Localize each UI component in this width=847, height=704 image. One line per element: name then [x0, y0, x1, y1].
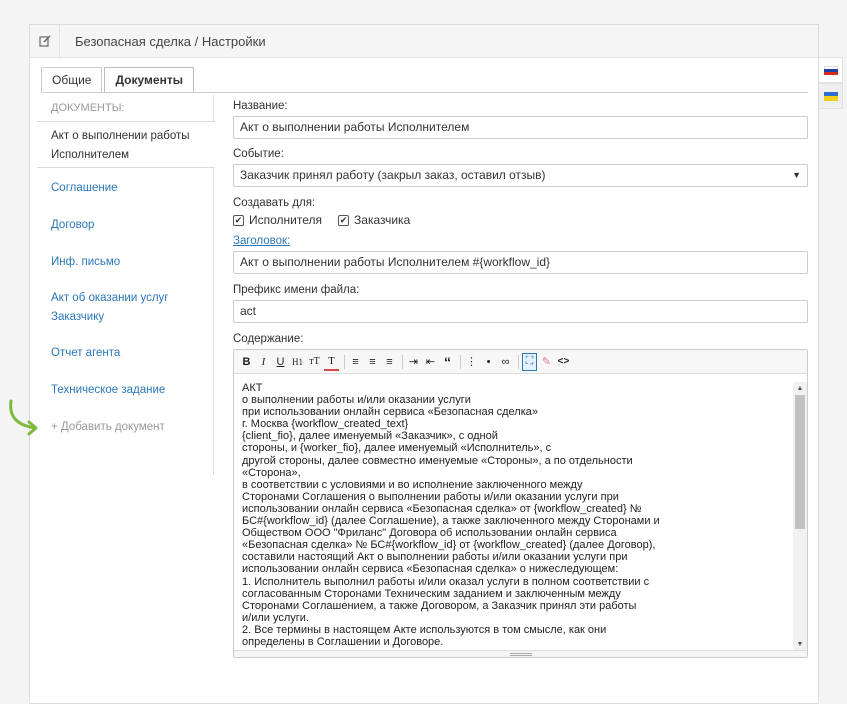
indent-icon[interactable]: ⇥ [406, 353, 421, 371]
create-for-group: ✔ Исполнителя ✔ Заказчика [233, 213, 809, 227]
sidebar-item-act-customer[interactable]: Акт об оказании услуг Заказчику [37, 281, 187, 335]
name-label: Название: [233, 100, 288, 112]
heading-icon[interactable]: H1 [290, 353, 305, 371]
event-select-value: Заказчик принял работу (закрыл заказ, ос… [240, 168, 546, 182]
link-icon[interactable]: ∞ [498, 353, 513, 371]
sidebar-item-tech-spec[interactable]: Техническое задание [37, 372, 214, 409]
checkbox-executor[interactable]: ✔ [233, 214, 244, 226]
fullscreen-icon[interactable]: ⛶ [522, 352, 537, 371]
name-input[interactable]: Акт о выполнении работы Исполнителем [233, 116, 808, 139]
sidebar-item-agent-report[interactable]: Отчет агента [37, 335, 214, 372]
add-document-button[interactable]: + Добавить документ [37, 409, 214, 446]
settings-panel: Безопасная сделка / Настройки Общие Доку… [29, 24, 819, 704]
language-switcher [819, 57, 843, 109]
scroll-down-icon[interactable]: ▼ [793, 638, 807, 650]
sidebar-item-act-executor[interactable]: Акт о выполнении работы Исполнителем [37, 121, 215, 168]
quote-icon[interactable]: “ [440, 353, 455, 371]
content-label: Содержание: [233, 333, 304, 345]
toolbar-separator [402, 354, 403, 369]
toolbar-separator [518, 354, 519, 369]
header-label-link[interactable]: Заголовок: [233, 235, 809, 247]
event-select[interactable]: Заказчик принял работу (закрыл заказ, ос… [233, 164, 808, 187]
editor-scrollbar[interactable]: ▲ ▼ [793, 382, 807, 650]
grip-icon [510, 653, 532, 656]
sidebar-header: ДОКУМЕНТЫ: [51, 102, 125, 114]
underline-icon[interactable]: U [273, 353, 288, 371]
eraser-icon[interactable]: ✎ [539, 353, 554, 371]
check-customer[interactable]: ✔ Заказчика [338, 213, 410, 227]
align-right-icon[interactable]: ≡ [382, 353, 397, 371]
editor-toolbar: B I U H1 тT T ≡ ≡ ≡ ⇥ ⇤ “ ⋮ • ∞ ⛶ ✎ <> [234, 350, 807, 374]
documents-sidebar: ДОКУМЕНТЫ: Акт о выполнении работы Испол… [37, 95, 215, 703]
curved-arrow-icon [9, 399, 38, 436]
checkbox-customer[interactable]: ✔ [338, 214, 350, 226]
scroll-thumb[interactable] [795, 395, 805, 529]
edit-icon[interactable] [30, 25, 60, 57]
sidebar-item-info-letter[interactable]: Инф. письмо [37, 244, 214, 281]
scroll-up-icon[interactable]: ▲ [793, 382, 807, 394]
editor-content-area[interactable]: АКТ о выполнении работы и/или оказании у… [234, 374, 807, 650]
header-input[interactable]: Акт о выполнении работы Исполнителем #{w… [233, 251, 808, 274]
outdent-icon[interactable]: ⇤ [423, 353, 438, 371]
sidebar-item-contract[interactable]: Договор [37, 207, 214, 244]
editor-resize-handle[interactable] [234, 650, 807, 657]
content-textarea[interactable]: АКТ о выполнении работы и/или оказании у… [234, 374, 789, 648]
text-color-icon[interactable]: T [324, 353, 339, 371]
check-executor-label: Исполнителя [249, 213, 323, 227]
bullet-list-icon[interactable]: • [481, 353, 496, 371]
tab-bar: Общие Документы [41, 67, 196, 93]
tabs-divider [41, 92, 808, 93]
align-center-icon[interactable]: ≡ [365, 353, 380, 371]
sidebar-item-agreement[interactable]: Соглашение [37, 170, 214, 207]
tab-documents[interactable]: Документы [104, 67, 194, 93]
check-executor[interactable]: ✔ Исполнителя [233, 213, 322, 227]
create-for-label: Создавать для: [233, 197, 316, 209]
toolbar-separator [460, 354, 461, 369]
flag-ua-icon[interactable] [819, 83, 843, 109]
prefix-label: Префикс имени файла: [233, 284, 360, 296]
ordered-list-icon[interactable]: ⋮ [464, 353, 479, 371]
bold-icon[interactable]: B [239, 353, 254, 371]
document-form: Название: Акт о выполнении работы Исполн… [233, 95, 809, 658]
toolbar-separator [344, 354, 345, 369]
prefix-input[interactable]: act [233, 300, 808, 323]
rich-text-editor: B I U H1 тT T ≡ ≡ ≡ ⇥ ⇤ “ ⋮ • ∞ ⛶ ✎ <> А… [233, 349, 808, 658]
flag-ru-icon[interactable] [819, 57, 843, 83]
page-title: Безопасная сделка / Настройки [75, 33, 266, 49]
font-size-icon[interactable]: тT [307, 353, 322, 371]
italic-icon[interactable]: I [256, 353, 271, 371]
align-left-icon[interactable]: ≡ [348, 353, 363, 371]
chevron-down-icon: ▼ [792, 170, 801, 180]
code-icon[interactable]: <> [556, 353, 571, 371]
event-label: Событие: [233, 148, 284, 160]
panel-header: Безопасная сделка / Настройки [30, 25, 818, 58]
check-customer-label: Заказчика [354, 213, 411, 227]
tab-general[interactable]: Общие [41, 67, 103, 93]
